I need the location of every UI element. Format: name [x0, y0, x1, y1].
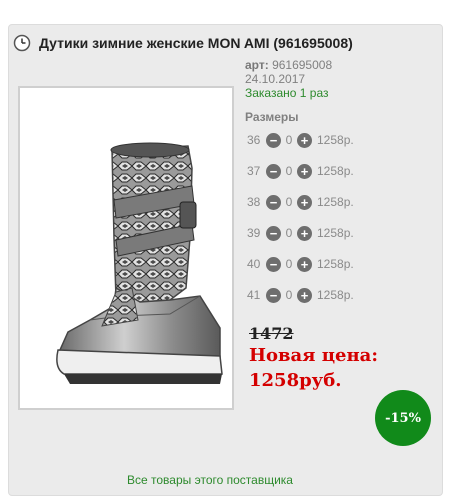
- seller-products-link[interactable]: Все товары этого поставщика: [127, 473, 293, 487]
- size-price: 1258р.: [317, 288, 354, 302]
- art-value: 961695008: [272, 58, 333, 72]
- product-info: арт: 961695008 24.10.2017 Заказано 1 раз: [245, 58, 332, 100]
- card-header: Дутики зимние женские MON AMI (961695008…: [13, 33, 353, 53]
- quantity-value: 0: [285, 133, 293, 147]
- size-value: 41: [247, 288, 261, 302]
- new-price-value: 1258руб.: [249, 370, 342, 391]
- size-price: 1258р.: [317, 226, 354, 240]
- size-row: 41 − 0 + 1258р.: [247, 286, 354, 304]
- old-price: 1472: [249, 324, 294, 343]
- size-row: 37 − 0 + 1258р.: [247, 162, 354, 180]
- plus-button[interactable]: +: [297, 163, 312, 179]
- plus-button[interactable]: +: [297, 256, 312, 272]
- size-price: 1258р.: [317, 195, 354, 209]
- minus-button[interactable]: −: [266, 132, 281, 148]
- plus-button[interactable]: +: [297, 225, 312, 241]
- discount-badge: -15%: [375, 390, 431, 446]
- size-price: 1258р.: [317, 164, 354, 178]
- product-card: Дутики зимние женские MON AMI (961695008…: [8, 24, 443, 496]
- size-row: 39 − 0 + 1258р.: [247, 224, 354, 242]
- quantity-value: 0: [285, 226, 293, 240]
- size-value: 39: [247, 226, 261, 240]
- plus-button[interactable]: +: [297, 287, 312, 303]
- size-row: 40 − 0 + 1258р.: [247, 255, 354, 273]
- product-date: 24.10.2017: [245, 72, 306, 86]
- size-price: 1258р.: [317, 257, 354, 271]
- size-price: 1258р.: [317, 133, 354, 147]
- quantity-value: 0: [285, 288, 293, 302]
- product-title[interactable]: Дутики зимние женские MON AMI (961695008…: [39, 35, 353, 51]
- art-label: арт:: [245, 58, 269, 72]
- plus-button[interactable]: +: [297, 132, 312, 148]
- boot-image: [56, 142, 223, 384]
- new-price-label: Новая цена:: [249, 345, 378, 366]
- size-row: 36 − 0 + 1258р.: [247, 131, 354, 149]
- minus-button[interactable]: −: [266, 194, 281, 210]
- minus-button[interactable]: −: [266, 163, 281, 179]
- minus-button[interactable]: −: [266, 256, 281, 272]
- size-value: 37: [247, 164, 261, 178]
- product-photo[interactable]: [18, 86, 234, 410]
- quantity-value: 0: [285, 257, 293, 271]
- size-value: 38: [247, 195, 261, 209]
- minus-button[interactable]: −: [266, 287, 281, 303]
- clock-icon: [13, 34, 31, 52]
- minus-button[interactable]: −: [266, 225, 281, 241]
- sizes-title: Размеры: [245, 110, 299, 124]
- quantity-value: 0: [285, 164, 293, 178]
- ordered-count: Заказано 1 раз: [245, 86, 329, 100]
- size-value: 36: [247, 133, 261, 147]
- size-row: 38 − 0 + 1258р.: [247, 193, 354, 211]
- quantity-value: 0: [285, 195, 293, 209]
- size-value: 40: [247, 257, 261, 271]
- plus-button[interactable]: +: [297, 194, 312, 210]
